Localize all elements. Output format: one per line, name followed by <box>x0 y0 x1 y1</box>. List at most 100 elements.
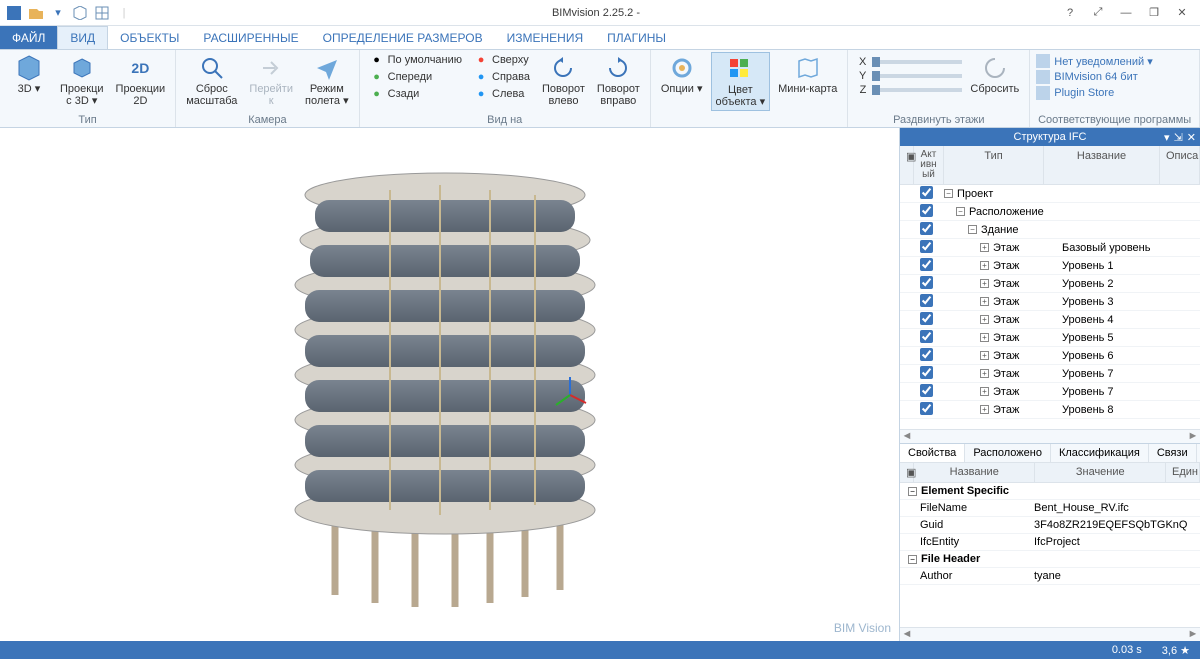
btn-minimap[interactable]: Мини-карта <box>774 52 841 97</box>
tree-expander-icon[interactable]: − <box>944 189 953 198</box>
btn-view-right[interactable]: ●Справа <box>470 69 534 85</box>
tree-row-checkbox[interactable] <box>920 222 933 235</box>
tree-hscroll[interactable]: ◄► <box>900 429 1200 443</box>
tree-header-icon[interactable]: ▣ <box>900 146 914 184</box>
tree-expander-icon[interactable]: + <box>980 405 989 414</box>
tree-row-checkbox[interactable] <box>920 186 933 199</box>
tree-row[interactable]: +ЭтажУровень 3 <box>900 293 1200 311</box>
tree-row[interactable]: +ЭтажУровень 5 <box>900 329 1200 347</box>
btn-projections-2d[interactable]: 2D Проекции 2D <box>112 52 170 109</box>
ifc-tree-body[interactable]: −Проект−Расположение−Здание+ЭтажБазовый … <box>900 185 1200 429</box>
tree-row-checkbox[interactable] <box>920 312 933 325</box>
tree-row-checkbox[interactable] <box>920 330 933 343</box>
panel-dropdown-icon[interactable]: ▾ <box>1164 131 1170 144</box>
btn-object-color[interactable]: Цвет объекта ▾ <box>711 52 771 111</box>
prop-tab-location[interactable]: Расположено <box>965 444 1051 462</box>
minimize-button[interactable]: — <box>1116 3 1136 23</box>
tree-expander-icon[interactable]: + <box>980 333 989 342</box>
slider-z[interactable] <box>872 88 962 92</box>
link-bimvision64[interactable]: BIMvision 64 бит <box>1036 70 1152 84</box>
open-icon[interactable] <box>28 5 44 21</box>
panel-close-icon[interactable]: ✕ <box>1187 131 1196 144</box>
tree-row[interactable]: +ЭтажУровень 2 <box>900 275 1200 293</box>
tree-row[interactable]: +ЭтажУровень 6 <box>900 347 1200 365</box>
prop-col-name[interactable]: Название <box>914 463 1035 482</box>
btn-3d[interactable]: 3D ▾ <box>6 52 52 97</box>
prop-row[interactable]: −File Header <box>900 551 1200 568</box>
restore-button[interactable]: ❐ <box>1144 3 1164 23</box>
prop-row[interactable]: IfcEntityIfcProject <box>900 534 1200 551</box>
tab-objects[interactable]: ОБЪЕКТЫ <box>108 26 191 49</box>
tree-row-checkbox[interactable] <box>920 366 933 379</box>
prop-hscroll[interactable]: ◄► <box>900 627 1200 641</box>
prop-col-value[interactable]: Значение <box>1035 463 1166 482</box>
link-plugin-store[interactable]: Plugin Store <box>1036 86 1152 100</box>
prop-row[interactable]: −Element Specific <box>900 483 1200 500</box>
btn-explode-reset[interactable]: Сбросить <box>966 52 1023 97</box>
close-button[interactable]: ✕ <box>1172 3 1192 23</box>
tab-view[interactable]: ВИД <box>57 26 108 49</box>
tab-plugins[interactable]: ПЛАГИНЫ <box>595 26 678 49</box>
btn-rotate-right[interactable]: Поворот вправо <box>593 52 644 109</box>
tree-row[interactable]: −Расположение <box>900 203 1200 221</box>
tree-col-name[interactable]: Название <box>1044 146 1160 184</box>
tree-row[interactable]: +ЭтажУровень 7 <box>900 365 1200 383</box>
prop-row[interactable]: Authortyane <box>900 568 1200 585</box>
btn-view-front[interactable]: ●Спереди <box>366 69 466 85</box>
help-button[interactable]: ? <box>1060 3 1080 23</box>
tree-expander-icon[interactable]: + <box>980 387 989 396</box>
tree-row-checkbox[interactable] <box>920 204 933 217</box>
btn-view-left[interactable]: ●Слева <box>470 86 534 102</box>
tree-expander-icon[interactable]: − <box>956 207 965 216</box>
qat-dropdown-icon[interactable]: ▾ <box>50 5 66 21</box>
tree-col-type[interactable]: Тип <box>944 146 1044 184</box>
tree-expander-icon[interactable]: + <box>980 261 989 270</box>
tree-row[interactable]: +ЭтажУровень 8 <box>900 401 1200 419</box>
tree-row-checkbox[interactable] <box>920 294 933 307</box>
tab-dimensions[interactable]: ОПРЕДЕЛЕНИЕ РАЗМЕРОВ <box>311 26 495 49</box>
tree-col-active[interactable]: Акт ивн ый <box>914 146 944 184</box>
btn-flight-mode[interactable]: Режим полета ▾ <box>301 52 353 109</box>
tree-expander-icon[interactable]: + <box>980 369 989 378</box>
btn-view-back[interactable]: ●Сзади <box>366 86 466 102</box>
prop-body[interactable]: −Element SpecificFileNameBent_House_RV.i… <box>900 483 1200 627</box>
slider-y[interactable] <box>872 74 962 78</box>
tree-expander-icon[interactable]: + <box>980 297 989 306</box>
btn-view-default[interactable]: ●По умолчанию <box>366 52 466 68</box>
prop-row[interactable]: FileNameBent_House_RV.ifc <box>900 500 1200 517</box>
slider-x[interactable] <box>872 60 962 64</box>
prop-tab-links[interactable]: Связи <box>1149 444 1197 462</box>
tab-advanced[interactable]: РАСШИРЕННЫЕ <box>191 26 310 49</box>
qat-cube-icon[interactable] <box>72 5 88 21</box>
tree-col-desc[interactable]: Описа <box>1160 146 1200 184</box>
btn-goto[interactable]: Перейти к <box>245 52 297 109</box>
prop-tab-classification[interactable]: Классификация <box>1051 444 1149 462</box>
tab-file[interactable]: ФАЙЛ <box>0 26 57 49</box>
btn-projections-3d[interactable]: Проекци с 3D ▾ <box>56 52 108 109</box>
tree-row-checkbox[interactable] <box>920 384 933 397</box>
tree-row[interactable]: +ЭтажУровень 7 <box>900 383 1200 401</box>
prop-tab-properties[interactable]: Свойства <box>900 444 965 462</box>
tree-row[interactable]: +ЭтажУровень 1 <box>900 257 1200 275</box>
fullscreen-button[interactable]: ⤢ <box>1088 3 1108 23</box>
tree-row[interactable]: +ЭтажБазовый уровень <box>900 239 1200 257</box>
tree-row-checkbox[interactable] <box>920 348 933 361</box>
tree-row-checkbox[interactable] <box>920 240 933 253</box>
tree-row-checkbox[interactable] <box>920 258 933 271</box>
tab-changes[interactable]: ИЗМЕНЕНИЯ <box>495 26 596 49</box>
link-notifications[interactable]: Нет уведомлений ▾ <box>1036 54 1152 68</box>
btn-view-top[interactable]: ●Сверху <box>470 52 534 68</box>
btn-rotate-left[interactable]: Поворот влево <box>538 52 589 109</box>
prop-row[interactable]: Guid3F4o8ZR219EQEFSQbTGKnQ <box>900 517 1200 534</box>
panel-pin-icon[interactable]: ⇲ <box>1174 131 1183 144</box>
btn-reset-zoom[interactable]: Сброс масштаба <box>182 52 241 109</box>
prop-header-icon[interactable]: ▣ <box>900 463 914 482</box>
tree-expander-icon[interactable]: + <box>980 315 989 324</box>
tree-expander-icon[interactable]: + <box>980 351 989 360</box>
tree-expander-icon[interactable]: − <box>968 225 977 234</box>
btn-options[interactable]: Опции ▾ <box>657 52 707 97</box>
viewport-3d[interactable]: BIM Vision <box>0 128 900 641</box>
tree-expander-icon[interactable]: + <box>980 243 989 252</box>
tree-row[interactable]: +ЭтажУровень 4 <box>900 311 1200 329</box>
prop-col-unit[interactable]: Един <box>1166 463 1200 482</box>
